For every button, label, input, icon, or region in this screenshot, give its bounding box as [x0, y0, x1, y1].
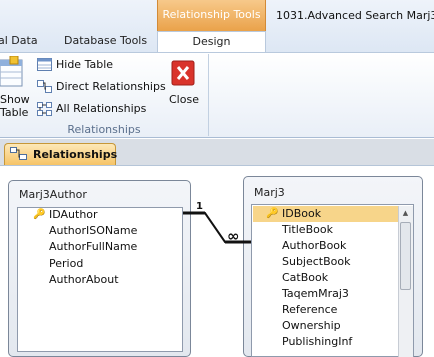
tab-design[interactable]: Design [157, 31, 266, 53]
all-relationships-button[interactable]: All Relationships [37, 101, 157, 117]
relationship-one-label: 1 [196, 201, 203, 212]
field-item[interactable]: TitleBook [282, 222, 333, 238]
field-item[interactable]: Reference [282, 302, 337, 318]
table-title: Marj3 [254, 186, 285, 199]
field-item[interactable]: PublishingInf [282, 334, 352, 350]
show-table-icon [0, 56, 23, 87]
hide-table-label: Hide Table [56, 58, 114, 71]
relationship-line[interactable] [183, 200, 253, 250]
scroll-up-arrow-icon[interactable]: ▲ [398, 206, 413, 220]
tab-external-data[interactable]: al Data [0, 34, 38, 47]
field-item[interactable]: AuthorAbout [49, 272, 119, 288]
scrollbar-thumb[interactable] [400, 222, 411, 290]
relationships-tab-label: Relationships [33, 148, 118, 161]
relationships-tab-icon [10, 147, 27, 160]
close-button[interactable]: Close [166, 58, 200, 108]
hide-table-icon [37, 58, 52, 71]
direct-relationships-label: Direct Relationships [56, 80, 166, 93]
primary-key-icon: 🔑 [266, 208, 279, 219]
field-item[interactable]: IDAuthor [49, 207, 98, 223]
primary-key-icon: 🔑 [33, 209, 46, 220]
context-header-label: Relationship Tools [162, 8, 261, 21]
direct-relationships-icon [37, 80, 52, 93]
field-item[interactable]: AuthorBook [282, 238, 346, 254]
show-table-button[interactable]: Show Table [0, 56, 30, 124]
direct-relationships-button[interactable]: Direct Relationships [37, 79, 167, 95]
field-item[interactable]: TaqemMraj3 [282, 286, 349, 302]
relationship-many-label: ∞ [227, 227, 240, 245]
field-item[interactable]: CatBook [282, 270, 328, 286]
table-title: Marj3Author [19, 188, 87, 201]
field-item[interactable]: AuthorFullName [49, 239, 137, 255]
field-item[interactable]: AuthorISOName [49, 223, 137, 239]
field-item[interactable]: Period [49, 256, 83, 272]
window-title: 1031.Advanced Search Marj3 : [276, 9, 434, 22]
field-item: IDBook [282, 207, 322, 220]
all-relationships-label: All Relationships [56, 102, 147, 115]
field-item[interactable]: Ownership [282, 318, 341, 334]
tab-design-label: Design [192, 35, 231, 48]
ribbon-group-label: Relationships [67, 123, 141, 136]
field-item[interactable]: SubjectBook [282, 254, 351, 270]
close-label: Close [169, 93, 199, 106]
close-icon [171, 60, 195, 86]
hide-table-button[interactable]: Hide Table [37, 57, 157, 73]
tab-database-tools[interactable]: Database Tools [64, 34, 147, 47]
relationship-tools-context-header: Relationship Tools [157, 0, 266, 31]
show-table-label-1: Show [0, 93, 30, 106]
all-relationships-icon [37, 102, 52, 116]
show-table-label-2: Table [0, 106, 29, 119]
ribbon-group-separator [208, 54, 209, 136]
